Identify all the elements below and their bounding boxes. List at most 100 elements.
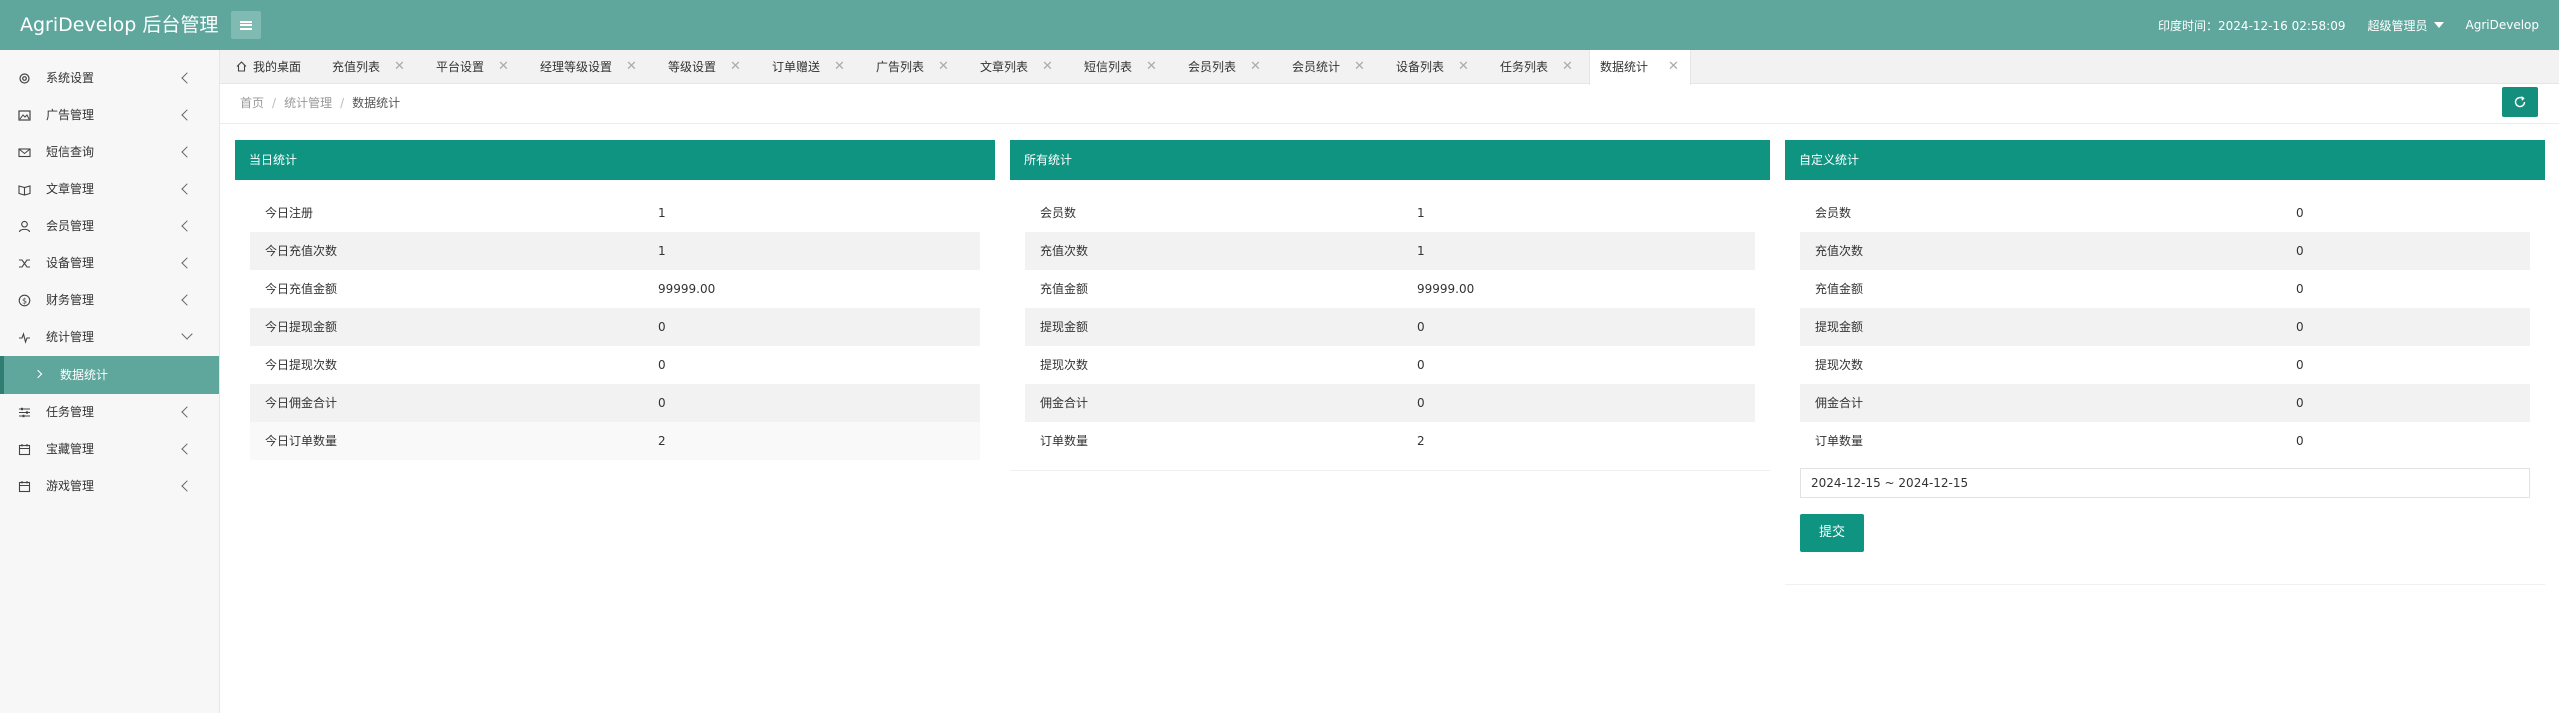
stat-label: 提现金额	[1040, 320, 1089, 334]
stat-value: 2	[1417, 434, 1425, 448]
sidebar-item-members[interactable]: 会员管理	[0, 208, 219, 245]
stat-label: 佣金合计	[1815, 396, 1864, 410]
table-row: 今日佣金合计 0	[250, 384, 980, 422]
close-icon[interactable]: ✕	[1668, 50, 1679, 84]
stat-value: 0	[658, 396, 666, 410]
close-icon[interactable]: ✕	[1458, 50, 1469, 84]
tab-data-stats[interactable]: 数据统计 ✕	[1589, 50, 1691, 85]
sidebar-item-label: 宝藏管理	[46, 442, 95, 456]
table-row: 会员数 1	[1025, 194, 1755, 232]
close-icon[interactable]: ✕	[498, 50, 509, 84]
tab-recharge-list[interactable]: 充值列表 ✕	[322, 50, 405, 84]
stat-label: 充值金额	[1815, 282, 1864, 296]
stat-label: 充值金额	[1040, 282, 1089, 296]
sidebar-item-sms[interactable]: 短信查询	[0, 134, 219, 171]
stat-value: 0	[2296, 358, 2304, 372]
app-logo[interactable]: AgriDevelop 后台管理	[20, 0, 218, 50]
tab-article-list[interactable]: 文章列表 ✕	[970, 50, 1053, 84]
stat-label: 提现次数	[1815, 358, 1864, 372]
stat-label: 充值次数	[1040, 244, 1089, 258]
submit-button[interactable]: 提交	[1800, 514, 1864, 552]
tab-label: 充值列表	[332, 60, 381, 74]
close-icon[interactable]: ✕	[1354, 50, 1365, 84]
sidebar-item-system[interactable]: 系统设置	[0, 60, 219, 97]
stat-value: 0	[2296, 282, 2304, 296]
tab-label: 订单赠送	[772, 60, 821, 74]
table-row: 订单数量 2	[1025, 422, 1755, 460]
stat-value: 1	[1417, 206, 1425, 220]
table-row: 充值次数 1	[1025, 232, 1755, 270]
table-row: 提现金额 0	[1800, 308, 2530, 346]
stat-label: 今日充值次数	[265, 244, 338, 258]
tab-label: 我的桌面	[253, 60, 302, 74]
table-row: 提现次数 0	[1800, 346, 2530, 384]
stat-value: 0	[2296, 244, 2304, 258]
tab-manager-level[interactable]: 经理等级设置 ✕	[530, 50, 637, 84]
sliders-icon	[18, 406, 31, 419]
tab-label: 数据统计	[1600, 60, 1649, 74]
close-icon[interactable]: ✕	[1250, 50, 1261, 84]
close-icon[interactable]: ✕	[1146, 50, 1157, 84]
pulse-icon	[18, 331, 31, 344]
tab-device-list[interactable]: 设备列表 ✕	[1386, 50, 1469, 84]
table-row: 今日订单数量 2	[250, 422, 980, 460]
sidebar-item-games[interactable]: 游戏管理	[0, 468, 219, 505]
sidebar-item-finance[interactable]: $ 财务管理	[0, 282, 219, 319]
close-icon[interactable]: ✕	[1042, 50, 1053, 84]
sidebar-item-label: 短信查询	[46, 145, 95, 159]
sidebar-item-ads[interactable]: 广告管理	[0, 97, 219, 134]
tab-sms-list[interactable]: 短信列表 ✕	[1074, 50, 1157, 84]
sidebar-item-stats[interactable]: 统计管理	[0, 319, 219, 356]
stat-value: 1	[1417, 244, 1425, 258]
stat-value: 1	[658, 244, 666, 258]
breadcrumb-home[interactable]: 首页	[240, 96, 264, 110]
sidebar-item-treasure[interactable]: 宝藏管理	[0, 431, 219, 468]
table-row: 充值次数 0	[1800, 232, 2530, 270]
close-icon[interactable]: ✕	[834, 50, 845, 84]
chevron-left-icon	[181, 294, 193, 306]
stat-label: 今日注册	[265, 206, 314, 220]
sidebar-item-devices[interactable]: 设备管理	[0, 245, 219, 282]
date-range-input[interactable]: 2024-12-15 ~ 2024-12-15	[1800, 468, 2530, 498]
breadcrumb-stats[interactable]: 统计管理	[284, 96, 332, 110]
chevron-left-icon	[181, 220, 193, 232]
book-icon	[18, 183, 31, 196]
sidebar-item-tasks[interactable]: 任务管理	[0, 394, 219, 431]
close-icon[interactable]: ✕	[394, 50, 405, 84]
home-icon	[236, 61, 247, 72]
sidebar-subitem-data-stats[interactable]: 数据统计	[0, 356, 219, 394]
tab-label: 等级设置	[668, 60, 717, 74]
tab-desktop[interactable]: 我的桌面	[226, 50, 301, 84]
sidebar-item-articles[interactable]: 文章管理	[0, 171, 219, 208]
sidebar-item-label: 任务管理	[46, 405, 95, 419]
tab-member-stats[interactable]: 会员统计 ✕	[1282, 50, 1365, 84]
close-icon[interactable]: ✕	[1562, 50, 1573, 84]
tab-ad-list[interactable]: 广告列表 ✕	[866, 50, 949, 84]
mail-icon	[18, 146, 31, 159]
tab-level-settings[interactable]: 等级设置 ✕	[658, 50, 741, 84]
close-icon[interactable]: ✕	[730, 50, 741, 84]
stat-value: 2	[658, 434, 666, 448]
stat-label: 提现金额	[1815, 320, 1864, 334]
tab-member-list[interactable]: 会员列表 ✕	[1178, 50, 1261, 84]
sidebar-item-label: 财务管理	[46, 293, 95, 307]
admin-menu-label: 超级管理员	[2367, 18, 2428, 33]
refresh-button[interactable]	[2502, 87, 2538, 117]
chevron-left-icon	[181, 72, 193, 84]
tab-label: 平台设置	[436, 60, 485, 74]
admin-menu[interactable]: 超级管理员	[2367, 17, 2444, 34]
stat-label: 订单数量	[1815, 434, 1864, 448]
chevron-left-icon	[181, 406, 193, 418]
tab-platform-settings[interactable]: 平台设置 ✕	[426, 50, 509, 84]
close-icon[interactable]: ✕	[626, 50, 637, 84]
stat-value: 0	[658, 320, 666, 334]
sidebar-item-label: 广告管理	[46, 108, 95, 122]
user-name[interactable]: AgriDevelop	[2466, 18, 2540, 32]
tab-order-gift[interactable]: 订单赠送 ✕	[762, 50, 845, 84]
sidebar-subitem-label: 数据统计	[60, 368, 109, 382]
tab-task-list[interactable]: 任务列表 ✕	[1490, 50, 1573, 84]
calendar-icon	[18, 443, 31, 456]
close-icon[interactable]: ✕	[938, 50, 949, 84]
tab-label: 经理等级设置	[540, 60, 613, 74]
menu-toggle-button[interactable]	[231, 11, 261, 39]
